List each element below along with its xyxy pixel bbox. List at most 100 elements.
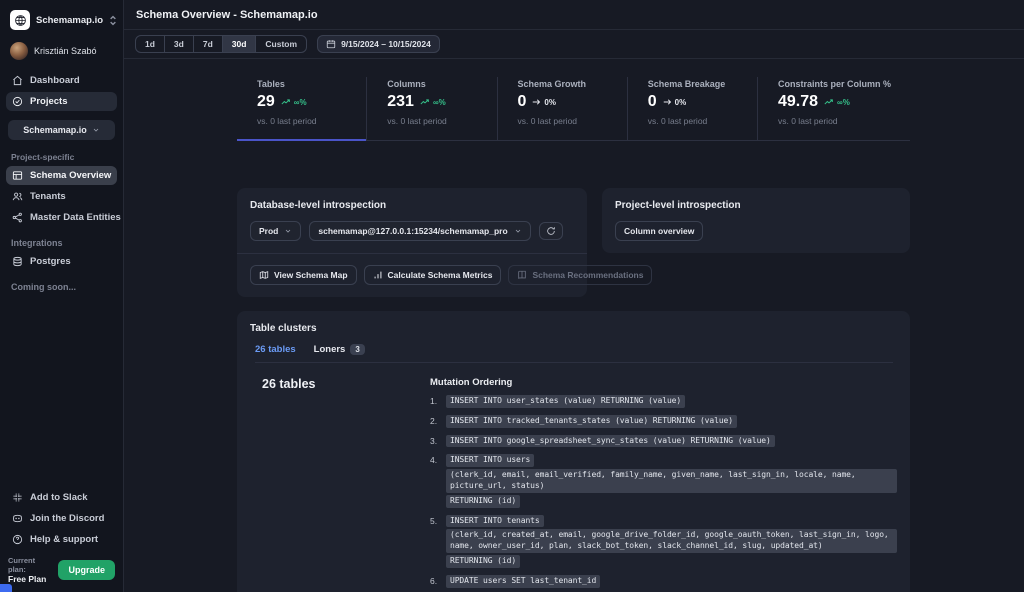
upgrade-button[interactable]: Upgrade <box>58 560 115 580</box>
stat-schema-growth-value: 0 <box>518 93 527 111</box>
range-button-3d[interactable]: 3d <box>164 36 193 52</box>
sql-columns: (clerk_id, created_at, email, google_dri… <box>446 529 897 553</box>
stat-tables-value: 29 <box>257 93 275 111</box>
view-schema-map-button[interactable]: View Schema Map <box>250 265 357 285</box>
range-button-30d[interactable]: 30d <box>222 36 256 52</box>
section-label-project-specific: Project-specific <box>6 146 117 165</box>
section-label-integrations: Integrations <box>6 228 117 251</box>
sidebar-item-tenants[interactable]: Tenants <box>6 187 117 206</box>
tab-loners[interactable]: Loners 3 <box>314 344 365 355</box>
stat-constraints-value: 49.78 <box>778 93 818 111</box>
current-plan-label: Current plan: <box>8 556 53 574</box>
arrow-right-icon <box>532 98 541 106</box>
page-title: Schema Overview - Schemamap.io <box>124 0 1024 30</box>
env-select[interactable]: Prod <box>250 221 301 241</box>
project-select[interactable]: Schemamap.io <box>8 120 115 140</box>
introspection-cards: Database-level introspection Prod schema… <box>237 188 1024 297</box>
sql-returning: RETURNING (id) <box>446 495 520 508</box>
book-icon <box>517 270 527 280</box>
tab-26-tables[interactable]: 26 tables <box>255 344 296 355</box>
sql-statement: INSERT INTO google_spreadsheet_sync_stat… <box>446 435 775 448</box>
connection-select[interactable]: schemamap@127.0.0.1:15234/schemamap_pro <box>309 221 530 241</box>
stats-row: Tables 29 ∞% vs. 0 last period Columns 2… <box>237 77 910 141</box>
postgres-icon <box>12 256 23 267</box>
arrow-right-icon <box>663 98 672 106</box>
schemamap-logo-icon <box>10 10 30 30</box>
filter-bar: 1d 3d 7d 30d Custom 9/15/2024 – 10/15/20… <box>124 30 1024 59</box>
stat-schema-breakage[interactable]: Schema Breakage 0 0% vs. 0 last period <box>627 77 757 140</box>
sql-statement: INSERT INTO tracked_tenants_states (valu… <box>446 415 737 428</box>
trend-up-icon <box>824 98 834 106</box>
column-overview-button[interactable]: Column overview <box>615 221 703 241</box>
chat-widget-peek[interactable] <box>0 584 12 592</box>
trend-up-badge: ∞% <box>824 98 850 107</box>
user-menu[interactable]: Krisztián Szabó <box>6 38 117 70</box>
stat-schema-breakage-value: 0 <box>648 93 657 111</box>
sql-returning: RETURNING (id) <box>446 555 520 568</box>
trend-up-icon <box>281 98 291 106</box>
chevron-down-icon <box>92 126 100 134</box>
main-area: Schema Overview - Schemamap.io 1d 3d 7d … <box>124 0 1024 592</box>
mutation-ordering-title: Mutation Ordering <box>430 377 897 388</box>
project-introspection-card: Project-level introspection Column overv… <box>602 188 910 253</box>
schema-icon <box>12 170 23 181</box>
database-introspection-card: Database-level introspection Prod schema… <box>237 188 587 297</box>
range-button-1d[interactable]: 1d <box>136 36 164 52</box>
stat-constraints-per-column[interactable]: Constraints per Column % 49.78 ∞% vs. 0 … <box>757 77 910 140</box>
check-circle-icon <box>12 96 23 107</box>
sql-statement: INSERT INTO tenants <box>446 515 544 528</box>
refresh-button[interactable] <box>539 222 563 240</box>
sidebar-item-add-to-slack[interactable]: Add to Slack <box>6 488 117 507</box>
chevron-down-icon <box>284 227 292 235</box>
user-name: Krisztián Szabó <box>34 46 97 56</box>
range-segmented-control: 1d 3d 7d 30d Custom <box>135 35 307 53</box>
cluster-tabs: 26 tables Loners 3 <box>255 344 893 363</box>
help-circle-icon <box>12 534 23 545</box>
date-range-picker[interactable]: 9/15/2024 – 10/15/2024 <box>317 35 440 53</box>
slack-icon <box>12 492 23 503</box>
sidebar-item-master-data-entities[interactable]: Master Data Entities <box>6 208 117 227</box>
range-button-custom[interactable]: Custom <box>255 36 306 52</box>
sql-statement: INSERT INTO user_states (value) RETURNIN… <box>446 395 685 408</box>
stat-schema-growth[interactable]: Schema Growth 0 0% vs. 0 last period <box>497 77 627 140</box>
content: Tables 29 ∞% vs. 0 last period Columns 2… <box>124 59 1024 592</box>
sidebar-item-help-support[interactable]: Help & support <box>6 530 117 549</box>
loners-count-badge: 3 <box>350 344 364 355</box>
sidebar-item-join-discord[interactable]: Join the Discord <box>6 509 117 528</box>
sql-columns: (clerk_id, email, email_verified, family… <box>446 469 897 493</box>
calculate-schema-metrics-button[interactable]: Calculate Schema Metrics <box>364 265 502 285</box>
range-button-7d[interactable]: 7d <box>193 36 222 52</box>
workspace-name: Schemamap.io <box>36 15 103 26</box>
trend-flat-badge: 0% <box>532 98 556 107</box>
sidebar-item-dashboard[interactable]: Dashboard <box>6 71 117 90</box>
map-icon <box>259 270 269 280</box>
stat-columns-value: 231 <box>387 93 414 111</box>
stat-columns[interactable]: Columns 231 ∞% vs. 0 last period <box>366 77 496 140</box>
plan-info: Current plan: Free Plan Upgrade <box>6 550 117 586</box>
calendar-icon <box>326 39 336 49</box>
workspace-switcher[interactable]: Schemamap.io <box>6 8 117 38</box>
avatar <box>10 42 28 60</box>
table-clusters-card: Table clusters 26 tables Loners 3 26 tab… <box>237 311 910 592</box>
trend-up-badge: ∞% <box>281 98 307 107</box>
users-icon <box>12 191 23 202</box>
stat-tables[interactable]: Tables 29 ∞% vs. 0 last period <box>237 77 366 140</box>
plan-name: Free Plan <box>8 574 53 584</box>
sidebar-item-postgres[interactable]: Postgres <box>6 252 117 271</box>
trend-flat-badge: 0% <box>663 98 687 107</box>
share-nodes-icon <box>12 212 23 223</box>
sidebar: Schemamap.io Krisztián Szabó Dashboard P… <box>0 0 124 592</box>
mutation-item: 4. INSERT INTO users (clerk_id, email, e… <box>430 454 897 509</box>
sql-statement: UPDATE users SET last_tenant_id <box>446 575 600 588</box>
sql-statement: INSERT INTO users <box>446 454 534 467</box>
house-icon <box>12 75 23 86</box>
active-stat-indicator <box>237 139 366 141</box>
sidebar-item-schema-overview[interactable]: Schema Overview <box>6 166 117 185</box>
schema-recommendations-button[interactable]: Schema Recommendations <box>508 265 652 285</box>
sidebar-item-projects[interactable]: Projects <box>6 92 117 111</box>
mutation-item: 2. INSERT INTO tracked_tenants_states (v… <box>430 415 897 430</box>
mutation-item: 5. INSERT INTO tenants (clerk_id, create… <box>430 515 897 570</box>
trend-up-icon <box>420 98 430 106</box>
chevron-updown-icon <box>109 15 117 26</box>
coming-soon-label: Coming soon... <box>6 272 117 295</box>
